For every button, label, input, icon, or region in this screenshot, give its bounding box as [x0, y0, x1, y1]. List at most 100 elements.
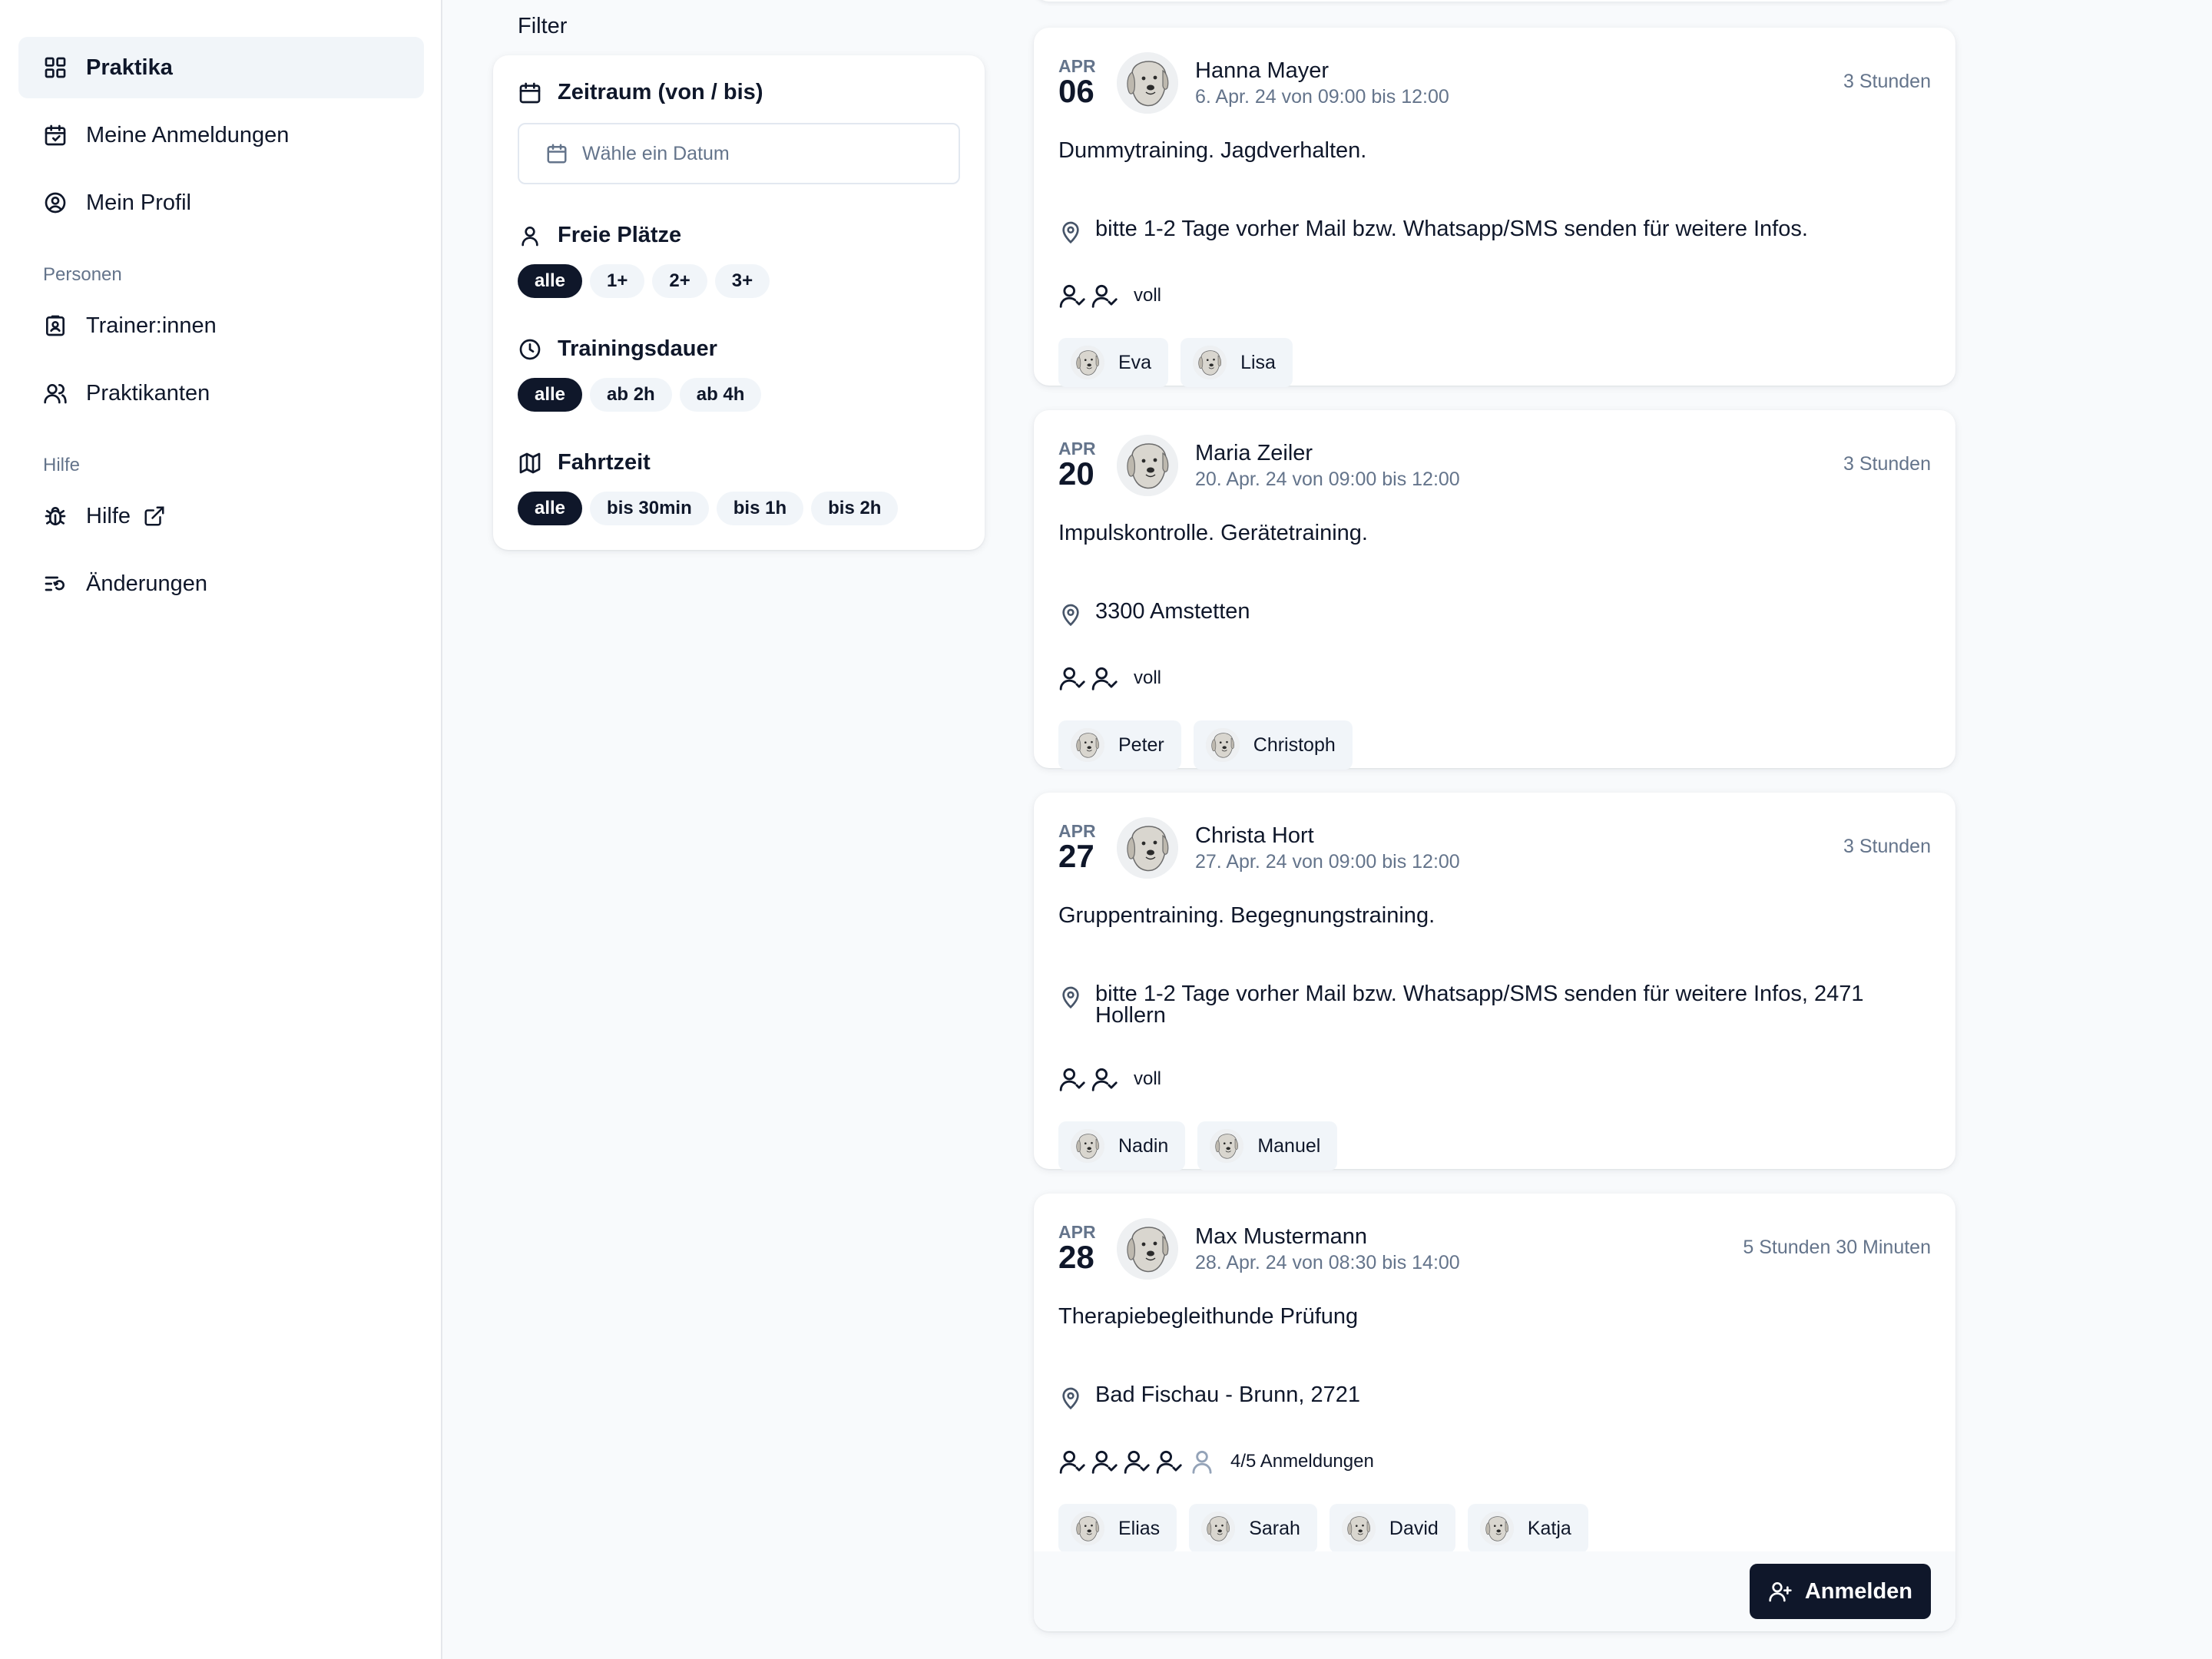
participant-avatar: [1479, 1512, 1514, 1545]
user-check-icon: [1091, 1065, 1120, 1094]
participant-name: Christoph: [1253, 733, 1336, 756]
participant-list: Eva Lisa: [1058, 338, 1293, 387]
filter-label: Freie Plätze: [558, 223, 682, 247]
participant-name: Peter: [1118, 733, 1164, 756]
event-date: APR 20: [1058, 439, 1104, 490]
pill-3plus[interactable]: 3+: [714, 264, 770, 298]
event-location: 3300 Amstetten: [1058, 601, 1931, 627]
trainer-name[interactable]: Max Mustermann: [1195, 1224, 1367, 1250]
trainer-name[interactable]: Maria Zeiler: [1195, 441, 1313, 466]
participant-list: Peter Christoph: [1058, 720, 1353, 770]
calendar-icon: [545, 142, 568, 165]
participant-chip[interactable]: Peter: [1058, 720, 1181, 770]
pill-2plus[interactable]: 2+: [652, 264, 707, 298]
sidebar-item-praktika[interactable]: Praktika: [18, 37, 424, 98]
filter-heading-zeitraum: Zeitraum (von / bis): [518, 80, 763, 105]
participant-name: Eva: [1118, 351, 1152, 373]
participant-avatar: [1071, 1512, 1104, 1545]
participant-name: Elias: [1118, 1517, 1161, 1539]
filter-heading-freie-plaetze: Freie Plätze: [518, 223, 681, 248]
pill-alle[interactable]: alle: [518, 378, 583, 412]
sidebar-item-praktikanten[interactable]: Praktikanten: [18, 363, 424, 424]
participant-name: Katja: [1527, 1517, 1571, 1539]
participant-chip[interactable]: Eva: [1058, 338, 1169, 387]
event-duration: 3 Stunden: [1843, 71, 1931, 92]
user-check-icon: [1091, 664, 1120, 693]
pill-1plus[interactable]: 1+: [590, 264, 645, 298]
sidebar-item-mein-profil[interactable]: Mein Profil: [18, 172, 424, 233]
participant-chip[interactable]: Elias: [1058, 1504, 1177, 1553]
event-card[interactable]: APR 20 Maria Zeiler 20. Apr. 24 von 09:00 b…: [1034, 410, 1955, 770]
slots-status: voll: [1134, 285, 1162, 306]
clock-icon: [518, 337, 542, 362]
event-description: Dummytraining. Jagdverhalten.: [1058, 138, 1367, 163]
participant-chip[interactable]: Katja: [1467, 1504, 1588, 1553]
event-description: Gruppentraining. Begegnungstraining.: [1058, 903, 1435, 928]
event-day: 06: [1058, 73, 1094, 109]
trainer-name[interactable]: Hanna Mayer: [1195, 58, 1329, 84]
trainer-name[interactable]: Christa Hort: [1195, 823, 1314, 849]
participant-chip[interactable]: Manuel: [1197, 1121, 1338, 1171]
user-empty-icon: [1187, 1447, 1217, 1476]
pill-bis-2h[interactable]: bis 2h: [811, 492, 899, 525]
event-location: bitte 1-2 Tage vorher Mail bzw. Whatsapp…: [1058, 983, 1931, 1027]
filter-label: Fahrtzeit: [558, 450, 651, 475]
pill-ab-2h[interactable]: ab 2h: [590, 378, 672, 412]
card-footer: Anmelden: [1034, 1551, 1955, 1631]
participant-list: Elias Sarah David Katja: [1058, 1504, 1588, 1553]
grid-icon: [43, 55, 68, 80]
participant-chip[interactable]: Nadin: [1058, 1121, 1186, 1171]
sidebar-item-meine-anmeldungen[interactable]: Meine Anmeldungen: [18, 104, 424, 166]
event-card[interactable]: APR 28 Max Mustermann 28. Apr. 24 von 08:30…: [1034, 1194, 1955, 1631]
event-card[interactable]: APR 06 Hanna Mayer 6. Apr. 24 von 09:00 bis…: [1034, 28, 1955, 387]
sidebar: Praktika Meine Anmeldungen Mein Profil P…: [0, 0, 442, 1659]
participant-avatar: [1210, 1129, 1244, 1163]
participant-avatar: [1071, 346, 1104, 379]
trainer-avatar: [1117, 1218, 1178, 1280]
trainer-avatar: [1117, 435, 1178, 496]
slots-status: voll: [1134, 1068, 1162, 1089]
event-card[interactable]: APR 27 Christa Hort 27. Apr. 24 von 09:00 b…: [1034, 793, 1955, 1171]
participant-avatar: [1341, 1512, 1376, 1545]
sidebar-item-trainerinnen[interactable]: Trainer:innen: [18, 295, 424, 356]
location-text: bitte 1-2 Tage vorher Mail bzw. Whatsapp…: [1095, 217, 1808, 241]
register-button[interactable]: Anmelden: [1749, 1564, 1931, 1619]
participant-chip[interactable]: Christoph: [1193, 720, 1353, 770]
event-slots: voll: [1058, 1065, 1161, 1094]
pill-bis-1h[interactable]: bis 1h: [716, 492, 804, 525]
filter-options-trainingsdauer: alle ab 2h ab 4h: [518, 378, 762, 412]
user-check-icon: [1058, 1447, 1088, 1476]
map-pin-icon: [1058, 220, 1083, 244]
pill-alle[interactable]: alle: [518, 264, 583, 298]
sidebar-item-aenderungen[interactable]: Änderungen: [18, 553, 424, 614]
pill-alle[interactable]: alle: [518, 492, 583, 525]
previous-card-edge: [1034, 0, 1955, 2]
map-icon: [518, 451, 542, 475]
filter-heading-trainingsdauer: Trainingsdauer: [518, 336, 717, 362]
user-check-icon: [1058, 1065, 1088, 1094]
participant-chip[interactable]: Lisa: [1181, 338, 1293, 387]
participant-chip[interactable]: David: [1329, 1504, 1455, 1553]
event-description: Impulskontrolle. Gerätetraining.: [1058, 521, 1368, 545]
pill-bis-30min[interactable]: bis 30min: [590, 492, 709, 525]
event-date-range: 28. Apr. 24 von 08:30 bis 14:00: [1195, 1252, 1460, 1273]
event-date: APR 27: [1058, 822, 1104, 873]
event-location: bitte 1-2 Tage vorher Mail bzw. Whatsapp…: [1058, 217, 1931, 244]
pill-ab-4h[interactable]: ab 4h: [679, 378, 762, 412]
user-check-icon: [1155, 1447, 1184, 1476]
list-changes-icon: [43, 571, 68, 596]
section-label-personen: Personen: [43, 264, 122, 285]
event-day: 27: [1058, 838, 1094, 874]
filter-panel: Zeitraum (von / bis) Wähle ein Datum Fre…: [493, 55, 985, 550]
sidebar-item-label: Hilfe: [86, 503, 131, 528]
sidebar-item-hilfe[interactable]: Hilfe: [18, 485, 424, 547]
participant-chip[interactable]: Sarah: [1189, 1504, 1317, 1553]
date-range-input[interactable]: Wähle ein Datum: [518, 123, 960, 184]
calendar-icon: [518, 81, 542, 105]
filter-options-fahrtzeit: alle bis 30min bis 1h bis 2h: [518, 492, 899, 525]
bug-icon: [43, 504, 68, 528]
event-date: APR 06: [1058, 57, 1104, 108]
user-check-icon: [1058, 281, 1088, 310]
slots-status: voll: [1134, 667, 1162, 688]
location-text: Bad Fischau - Brunn, 2721: [1095, 1382, 1360, 1407]
